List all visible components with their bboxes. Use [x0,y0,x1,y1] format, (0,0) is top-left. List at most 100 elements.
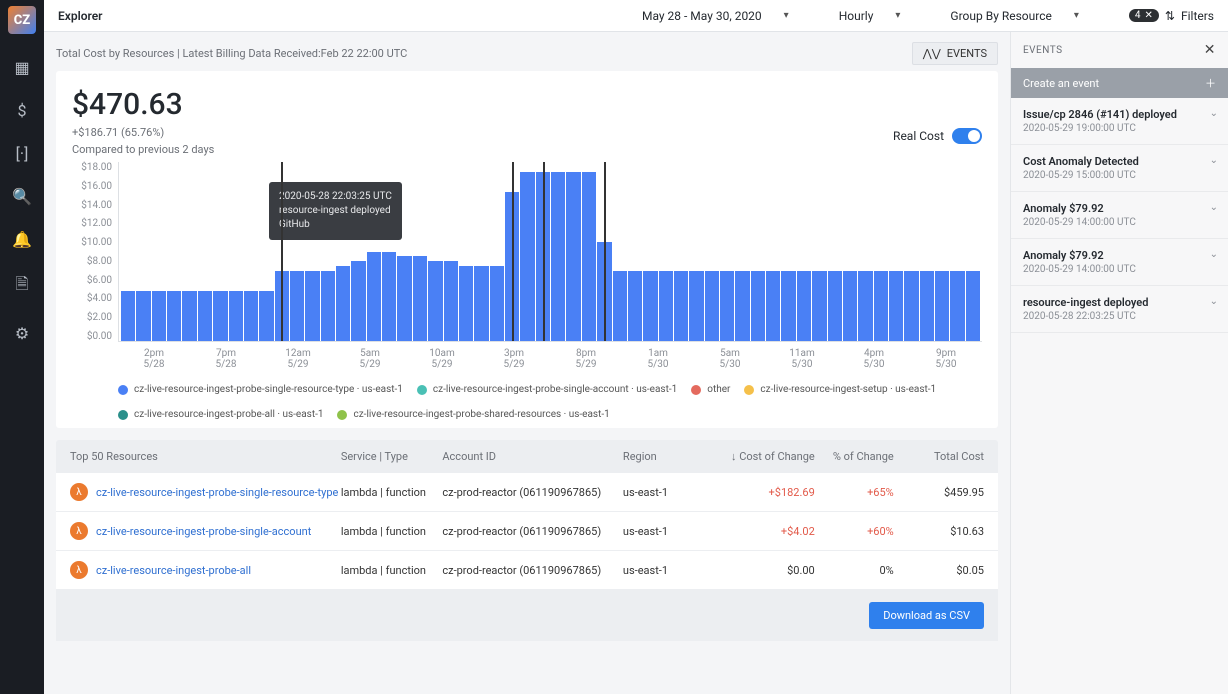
brackets-icon[interactable]: [·] [16,144,29,163]
resources-table: Top 50 Resources Service | Type Account … [56,440,998,641]
event-item[interactable]: Cost Anomaly Detected2020-05-29 15:00:00… [1011,145,1228,192]
chart-bar[interactable] [566,172,580,341]
chart-bar[interactable] [751,271,765,341]
chart-bar[interactable] [674,271,688,341]
chart-bar[interactable] [843,271,857,341]
chart-bar[interactable] [613,271,627,341]
chart-bar[interactable] [444,261,458,341]
chart-bar[interactable] [705,271,719,341]
dollar-icon[interactable]: $ [18,101,27,120]
brand-logo[interactable]: CZ [8,6,36,34]
chart-bar[interactable] [198,291,212,341]
chart-bar[interactable] [904,271,918,341]
granularity-picker[interactable]: Hourly ▾ [839,9,901,23]
group-by-picker[interactable]: Group By Resource ▾ [950,9,1078,23]
chart-bar[interactable] [229,291,243,341]
chart-bar[interactable] [321,271,335,341]
events-button[interactable]: ⋀⋁ EVENTS [912,42,998,65]
event-item[interactable]: Anomaly $79.922020-05-29 14:00:00 UTC⌄ [1011,192,1228,239]
filter-count-pill: 4✕ [1129,9,1159,22]
legend-item[interactable]: cz-live-resource-ingest-setup · us-east-… [744,384,936,395]
chart-bar[interactable] [167,291,181,341]
legend-item[interactable]: cz-live-resource-ingest-probe-single-acc… [417,384,677,395]
bell-icon[interactable]: 🔔 [12,230,32,249]
col-account[interactable]: Account ID [442,450,623,463]
chart-bar[interactable] [889,271,903,341]
dashboard-icon[interactable]: ▦ [14,58,29,77]
resource-link[interactable]: cz-live-resource-ingest-probe-all [96,564,251,577]
chart-bar[interactable] [182,291,196,341]
filters-button[interactable]: 4✕ ⇅ Filters [1129,9,1214,23]
chart-bar[interactable] [643,271,657,341]
event-item[interactable]: Anomaly $79.922020-05-29 14:00:00 UTC⌄ [1011,239,1228,286]
chevron-down-icon: ⌄ [1210,296,1218,307]
chart-bar[interactable] [336,266,350,341]
chart-bar[interactable] [582,172,596,341]
resource-link[interactable]: cz-live-resource-ingest-probe-single-res… [96,486,338,499]
search-icon[interactable]: 🔍 [12,187,32,206]
chart-bar[interactable] [152,291,166,341]
col-region[interactable]: Region [623,450,713,463]
chart-bar[interactable] [367,252,381,342]
chart-bar[interactable] [244,291,258,341]
create-event-button[interactable]: Create an event ＋ [1011,68,1228,98]
table-row[interactable]: λcz-live-resource-ingest-probe-alllambda… [56,551,998,590]
chart-bar[interactable] [950,271,964,341]
chart-bar[interactable] [382,252,396,342]
chart-bar[interactable] [720,271,734,341]
lambda-icon: λ [70,483,88,501]
event-marker [543,162,545,341]
gear-icon[interactable]: ⚙ [15,324,29,343]
chart-bar[interactable] [121,291,135,341]
chart-bar[interactable] [259,291,273,341]
chart-bar[interactable] [659,271,673,341]
chart-bar[interactable] [474,266,488,341]
date-range-picker[interactable]: May 28 - May 30, 2020 ▾ [642,9,789,23]
col-service[interactable]: Service | Type [341,450,443,463]
download-csv-button[interactable]: Download as CSV [869,602,984,629]
real-cost-toggle[interactable] [952,128,982,144]
resource-link[interactable]: cz-live-resource-ingest-probe-single-acc… [96,525,311,538]
chart-bar[interactable] [520,172,534,341]
chart-bar[interactable] [213,291,227,341]
chart-bar[interactable] [413,256,427,341]
chart-bar[interactable] [428,261,442,341]
legend-item[interactable]: cz-live-resource-ingest-probe-shared-res… [337,409,609,420]
chevron-down-icon: ⌄ [1210,202,1218,213]
legend-item[interactable]: other [691,384,730,395]
chart-bar[interactable] [351,261,365,341]
legend-item[interactable]: cz-live-resource-ingest-probe-all · us-e… [118,409,323,420]
legend-item[interactable]: cz-live-resource-ingest-probe-single-res… [118,384,403,395]
chart-bar[interactable] [966,271,980,341]
table-row[interactable]: λ cz-live-resource-ingest-probe-single-re… [56,473,998,512]
chart-bar[interactable] [935,271,949,341]
chart-bar[interactable] [828,271,842,341]
document-icon[interactable]: 🗎 [16,273,29,300]
chart-bar[interactable] [920,271,934,341]
chart-tooltip: 2020-05-28 22:03:25 UTC resource-ingest … [269,182,402,240]
event-item[interactable]: Issue/cp 2846 (#141) deployed2020-05-29 … [1011,98,1228,145]
chart-bar[interactable] [136,291,150,341]
chart-bar[interactable] [290,271,304,341]
chart-bar[interactable] [735,271,749,341]
event-item[interactable]: resource-ingest deployed2020-05-28 22:03… [1011,286,1228,333]
close-icon[interactable]: ✕ [1204,42,1216,58]
chart-bar[interactable] [874,271,888,341]
chart-bar[interactable] [812,271,826,341]
chart-bar[interactable] [766,271,780,341]
chart-bar[interactable] [689,271,703,341]
chart-bar[interactable] [781,271,795,341]
chart-bar[interactable] [551,172,565,341]
chart-bar[interactable] [797,271,811,341]
chart-bar[interactable] [459,266,473,341]
chart-bar[interactable] [305,271,319,341]
chart-bar[interactable] [490,266,504,341]
col-cost-change[interactable]: ↓ Cost of Change [713,450,815,463]
table-row[interactable]: λcz-live-resource-ingest-probe-single-ac… [56,512,998,551]
chart-plot[interactable]: 2020-05-28 22:03:25 UTC resource-ingest … [118,162,982,342]
col-total[interactable]: Total Cost [894,450,984,463]
col-pct-change[interactable]: % of Change [815,450,894,463]
chart-bar[interactable] [858,271,872,341]
chart-bar[interactable] [397,256,411,341]
chart-bar[interactable] [628,271,642,341]
